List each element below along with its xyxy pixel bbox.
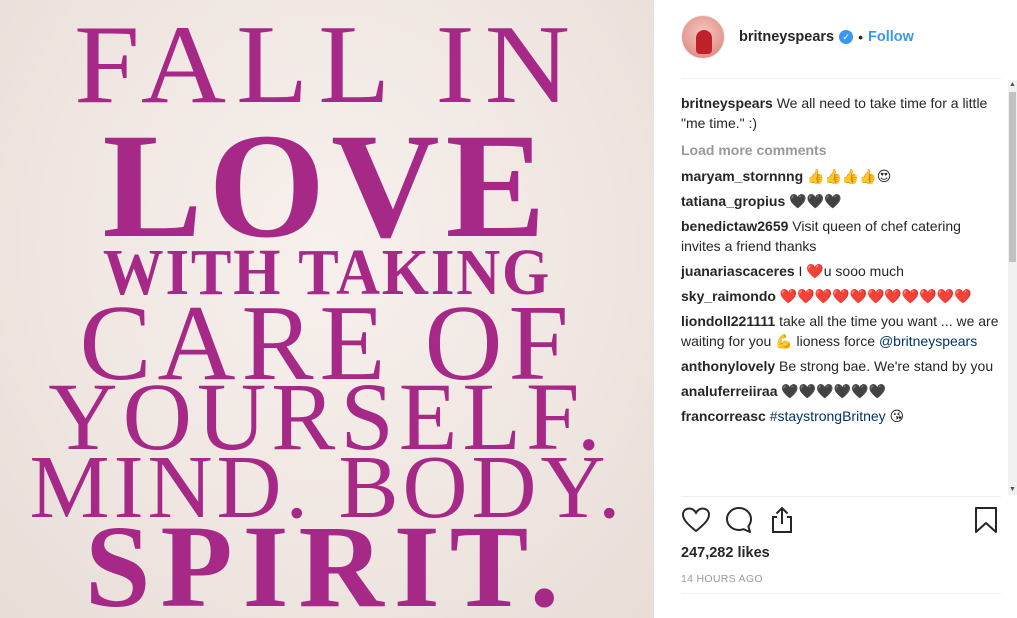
divider <box>681 593 1001 594</box>
list-item: anthonylovely Be strong bae. We're stand… <box>681 356 1001 376</box>
save-button[interactable] <box>971 505 1001 535</box>
comment-hashtag-link[interactable]: #staystrongBritney <box>770 408 886 424</box>
post-timestamp: 14 HOURS AGO <box>681 573 763 585</box>
scroll-thumb[interactable] <box>1009 92 1016 262</box>
comments-scrollbar[interactable]: ▲ ▼ <box>1008 80 1017 495</box>
avatar[interactable] <box>681 15 725 59</box>
comment-username[interactable]: tatiana_gropius <box>681 193 785 209</box>
follow-button[interactable]: Follow <box>868 29 914 45</box>
comment-text: ❤️❤️❤️❤️❤️❤️❤️❤️❤️❤️❤️ <box>779 288 972 304</box>
comment-username[interactable]: analuferreiiraa <box>681 383 778 399</box>
load-more-comments-button[interactable]: Load more comments <box>681 140 1001 160</box>
post-side-panel: britneyspears ✓ • Follow britneyspears W… <box>654 0 1017 618</box>
comment-text: 👍👍👍👍😍 <box>807 168 892 184</box>
comment-username[interactable]: anthonylovely <box>681 358 775 374</box>
comments-list[interactable]: britneyspears We all need to take time f… <box>681 93 1001 493</box>
list-item: sky_raimondo ❤️❤️❤️❤️❤️❤️❤️❤️❤️❤️❤️ <box>681 286 1001 306</box>
list-item: maryam_stornnng 👍👍👍👍😍 <box>681 166 1001 186</box>
comment-text: 🖤🖤🖤 <box>789 193 842 209</box>
comment-bubble-icon <box>726 507 752 533</box>
comment-text: Be strong bae. We're stand by you <box>779 358 994 374</box>
verified-badge-icon: ✓ <box>839 30 854 44</box>
header-username[interactable]: britneyspears <box>739 29 834 45</box>
like-button[interactable] <box>681 505 711 535</box>
comment-text: 😘 <box>885 408 905 424</box>
action-bar <box>681 505 1001 539</box>
comment-text: 🖤🖤🖤🖤🖤🖤 <box>781 383 886 399</box>
caption-username[interactable]: britneyspears <box>681 95 773 111</box>
separator-dot: • <box>858 29 864 45</box>
list-item: juanariascaceres I ❤️u sooo much <box>681 261 1001 281</box>
divider <box>681 496 1001 497</box>
divider <box>681 78 1001 79</box>
comment-username[interactable]: liondoll221111 <box>681 313 775 329</box>
post-image[interactable]: FALL IN LOVE WITH TAKING CARE OF YOURSEL… <box>0 0 654 618</box>
list-item: francorreasc #staystrongBritney 😘 <box>681 406 1001 426</box>
list-item: analuferreiiraa 🖤🖤🖤🖤🖤🖤 <box>681 381 1001 401</box>
scroll-down-arrow-icon[interactable]: ▼ <box>1008 485 1017 495</box>
scroll-up-arrow-icon[interactable]: ▲ <box>1008 80 1017 90</box>
share-icon <box>772 506 792 533</box>
caption: britneyspears We all need to take time f… <box>681 93 1001 133</box>
likes-count[interactable]: 247,282 likes <box>681 545 770 561</box>
list-item: benedictaw2659 Visit queen of chef cater… <box>681 216 1001 256</box>
bookmark-icon <box>975 507 997 533</box>
comment-username[interactable]: maryam_stornnng <box>681 168 803 184</box>
comment-username[interactable]: sky_raimondo <box>681 288 776 304</box>
post-header: britneyspears ✓ • Follow <box>654 0 1017 74</box>
share-button[interactable] <box>767 505 797 535</box>
heart-icon <box>682 507 710 533</box>
post-text-line: SPIRIT. <box>84 501 570 618</box>
list-item: tatiana_gropius 🖤🖤🖤 <box>681 191 1001 211</box>
comment-username[interactable]: juanariascaceres <box>681 263 795 279</box>
comment-mention-link[interactable]: @britneyspears <box>879 333 977 349</box>
list-item: liondoll221111 take all the time you wan… <box>681 311 1001 351</box>
comment-button[interactable] <box>724 505 754 535</box>
comment-username[interactable]: francorreasc <box>681 408 766 424</box>
comment-username[interactable]: benedictaw2659 <box>681 218 788 234</box>
comment-text: I ❤️u sooo much <box>798 263 904 279</box>
